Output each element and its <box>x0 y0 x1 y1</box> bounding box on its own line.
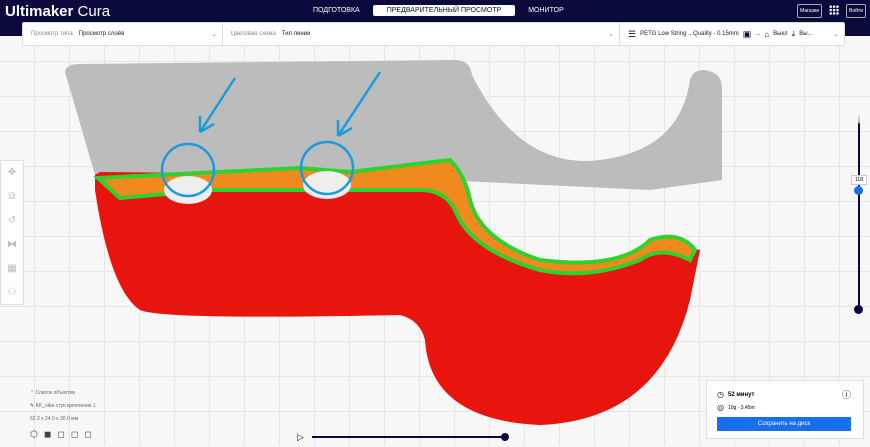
view-left-icon[interactable]: ◻ <box>71 429 78 440</box>
view-3d-icon[interactable]: ⬡ <box>30 429 38 440</box>
print-info-panel: ◷ 52 минут ⓘ ◎ 10g · 3.45m Сохранить на ди… <box>706 380 864 439</box>
print-settings-dropdown[interactable]: ☰ PETG Low String ...Quality - 0.15mm ▣ … <box>620 23 844 45</box>
chevron-down-icon: ⌄ <box>608 31 614 38</box>
slider-top-end <box>858 115 860 124</box>
tool-panel: ✥ ⧉ ↺ ⧓ ▦ ⚇ <box>0 160 24 305</box>
apps-grid-icon[interactable] <box>829 5 839 15</box>
extra-value: Вы... <box>799 31 813 37</box>
per-model-settings-icon[interactable]: ▦ <box>7 263 16 274</box>
current-layer-label[interactable]: 118 <box>851 175 867 185</box>
layer-slider-lower-handle[interactable] <box>854 305 863 314</box>
view-toolbar: Просмотр типа Просмотр слоёв ⌄ Цветовая … <box>22 22 845 46</box>
profile-name: PETG Low String ...Quality - 0.15mm <box>640 31 739 37</box>
tab-monitor[interactable]: МОНИТОР <box>515 5 576 16</box>
color-scheme-dropdown[interactable]: Цветовая схема Тип линии ⌄ <box>223 23 620 45</box>
layer-slider[interactable] <box>854 115 863 314</box>
layer-slider-upper-handle[interactable] <box>854 186 863 195</box>
adhesion-icon: ⌂ <box>764 29 770 39</box>
object-list-toggle[interactable]: ⌃ Список объектов <box>30 390 96 396</box>
adhesion-value: Выкл <box>773 31 788 37</box>
clock-icon: ◷ <box>717 390 724 399</box>
pencil-icon[interactable]: ✎ <box>30 403 34 409</box>
scale-icon[interactable]: ⧉ <box>8 191 15 202</box>
color-scheme-value: Тип линии <box>281 31 311 37</box>
rotate-icon[interactable]: ↺ <box>8 215 16 226</box>
info-icon[interactable]: ⓘ <box>842 388 851 401</box>
tab-prepare[interactable]: ПОДГОТОВКА <box>300 5 373 16</box>
chevron-down-icon: ⌄ <box>211 31 217 38</box>
download-icon: ⤓ <box>791 29 796 38</box>
tab-preview[interactable]: ПРЕДВАРИТЕЛЬНЫЙ ПРОСМОТР <box>372 5 516 16</box>
view-type-value: Просмотр слоёв <box>78 31 125 37</box>
support-value: ... <box>755 31 761 37</box>
support-icon: ▣ <box>742 28 752 39</box>
marketplace-button[interactable]: Магазин <box>797 4 823 18</box>
object-dimensions: 62.3 x 24.0 x 30.0 мм <box>30 416 79 422</box>
view-type-dropdown[interactable]: Просмотр типа Просмотр слоёв ⌄ <box>23 23 223 45</box>
simulation-progress-handle[interactable] <box>501 433 509 441</box>
support-blocker-icon[interactable]: ⚇ <box>8 287 17 298</box>
model-red-body <box>95 172 700 425</box>
move-icon[interactable]: ✥ <box>8 167 16 178</box>
view-right-icon[interactable]: ◻ <box>84 429 91 440</box>
mirror-icon[interactable]: ⧓ <box>7 239 17 250</box>
save-to-disk-button[interactable]: Сохранить на диск <box>717 417 851 431</box>
color-scheme-label: Цветовая схема <box>231 31 276 37</box>
app-logo: Ultimaker Cura <box>5 3 111 20</box>
material-usage: 10g · 3.45m <box>727 404 755 411</box>
print-time: 52 минут <box>727 391 755 398</box>
view-top-icon[interactable]: ◻ <box>57 429 64 440</box>
view-type-label: Просмотр типа <box>31 31 73 37</box>
chevron-down-icon: ⌄ <box>833 31 839 38</box>
object-list: ⌃ Список объектов ✎ KK_nika ступ креплен… <box>30 390 96 447</box>
play-icon[interactable]: ▷ <box>297 432 304 443</box>
view-front-icon[interactable]: ◼ <box>44 429 51 440</box>
spool-icon: ◎ <box>717 403 724 412</box>
simulation-progress-bar[interactable] <box>312 433 509 441</box>
signin-button[interactable]: Войти <box>846 4 866 18</box>
object-name: KK_nika ступ крепление 1 <box>35 403 96 409</box>
settings-sliders-icon: ☰ <box>628 28 637 39</box>
